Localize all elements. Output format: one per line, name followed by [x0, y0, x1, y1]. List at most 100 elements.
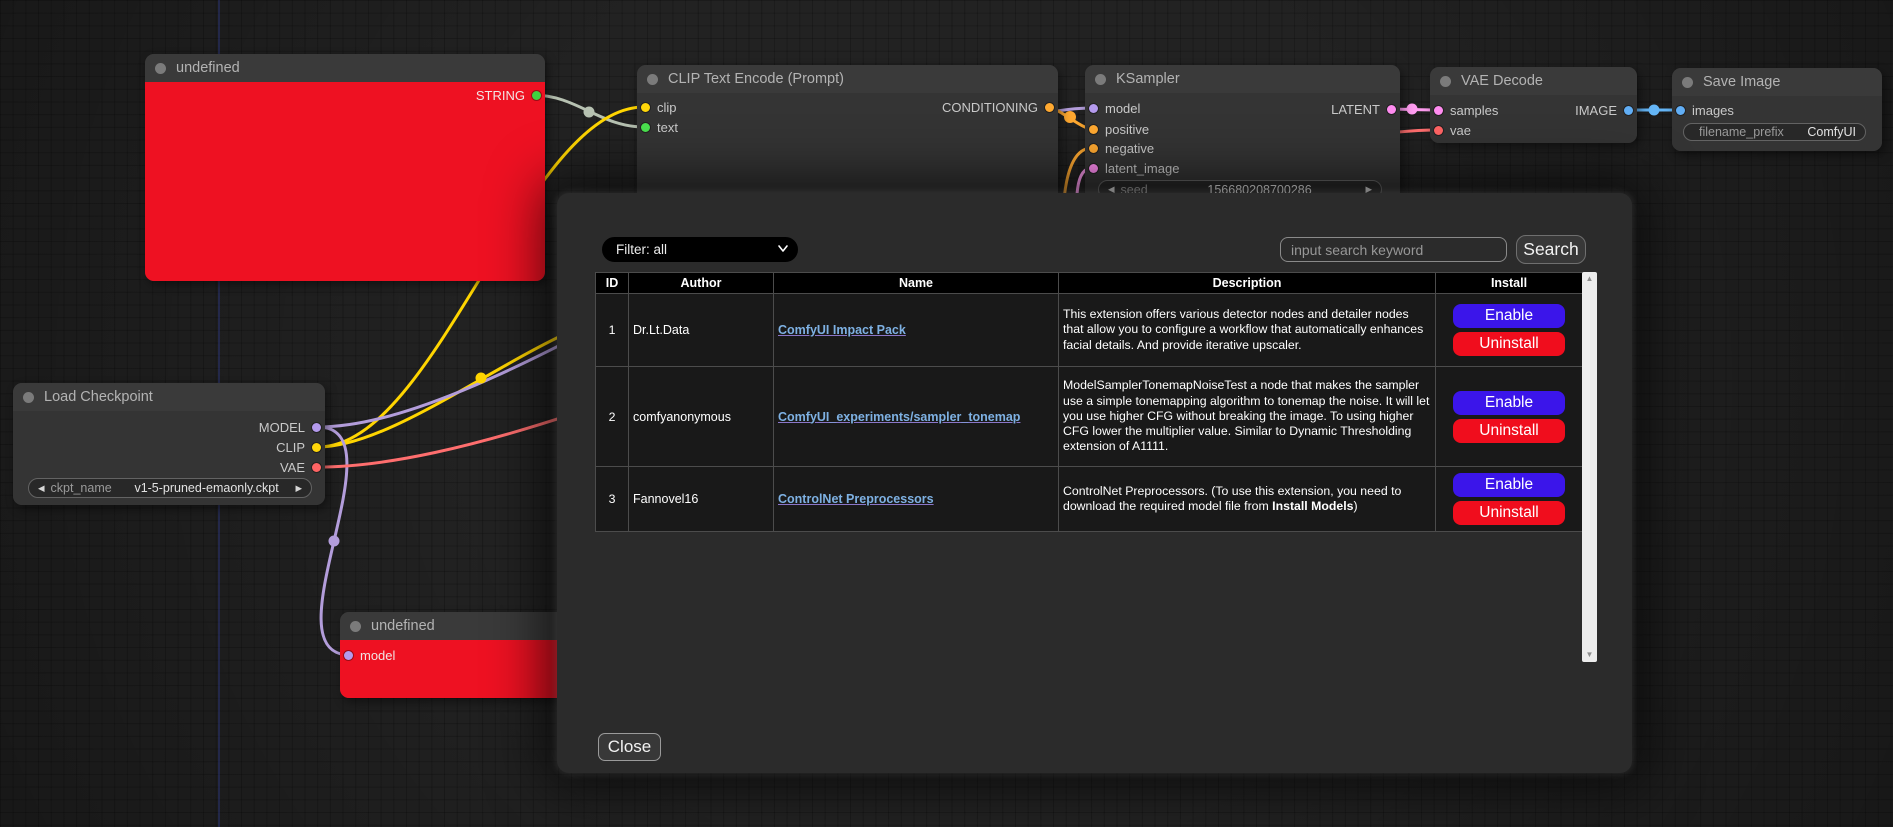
port-label: MODEL: [259, 420, 305, 435]
extension-link[interactable]: ComfyUI_experiments/sampler_tonemap: [778, 410, 1020, 424]
scroll-down-icon[interactable]: ▼: [1586, 648, 1594, 662]
port-dot-model-input[interactable]: [1089, 104, 1098, 113]
table-row: 2 comfyanonymous ComfyUI_experiments/sam…: [596, 367, 1583, 467]
node-status-dot: [350, 621, 361, 632]
uninstall-button[interactable]: Uninstall: [1453, 419, 1565, 443]
extension-link[interactable]: ControlNet Preprocessors: [778, 492, 934, 506]
extension-description: ControlNet Preprocessors. (To use this e…: [1059, 467, 1436, 532]
node-status-dot: [23, 392, 34, 403]
port-dot-model-output[interactable]: [312, 423, 321, 432]
port-dot-image-output[interactable]: [1624, 106, 1633, 115]
port-label: clip: [657, 100, 677, 115]
table-scrollbar[interactable]: ▲ ▼: [1582, 272, 1597, 662]
node-title-bar[interactable]: Save Image: [1672, 68, 1882, 96]
extension-description: ModelSamplerTonemapNoiseTest a node that…: [1059, 367, 1436, 467]
extension-id: 2: [596, 367, 629, 467]
port-label: model: [1105, 101, 1140, 116]
enable-button[interactable]: Enable: [1453, 391, 1565, 415]
node-title-bar[interactable]: KSampler: [1085, 65, 1400, 93]
description-text: ModelSamplerTonemapNoiseTest a node that…: [1063, 378, 1429, 453]
node-vae-decode[interactable]: VAE Decode samples vae IMAGE: [1430, 67, 1637, 143]
widget-label: ckpt_name: [51, 481, 112, 495]
port-label: CLIP: [276, 440, 305, 455]
link-midpoint-dot[interactable]: [584, 107, 595, 118]
port-label: negative: [1105, 141, 1154, 156]
link-midpoint-dot[interactable]: [1407, 104, 1418, 115]
comfyui-canvas: undefined STRING CLIP Text Encode (Promp…: [0, 0, 1893, 827]
install-cell: Enable Uninstall: [1436, 367, 1583, 467]
extension-id: 3: [596, 467, 629, 532]
port-dot-samples-input[interactable]: [1434, 106, 1443, 115]
node-status-dot: [155, 63, 166, 74]
search-input[interactable]: [1280, 237, 1507, 262]
filename-prefix-widget[interactable]: filename_prefix ComfyUI: [1683, 123, 1866, 141]
extension-link[interactable]: ComfyUI Impact Pack: [778, 323, 906, 337]
extension-manager-dialog: Filter: all Search ID Author Name Descri…: [557, 193, 1632, 773]
port-dot-latent-image-input[interactable]: [1089, 164, 1098, 173]
uninstall-button[interactable]: Uninstall: [1453, 332, 1565, 356]
node-title-bar[interactable]: undefined: [145, 54, 545, 82]
link-midpoint-dot[interactable]: [329, 536, 340, 547]
filter-select[interactable]: Filter: all: [602, 237, 798, 262]
table-header-row: ID Author Name Description Install: [596, 273, 1583, 294]
port-label: VAE: [280, 460, 305, 475]
node-title-bar[interactable]: CLIP Text Encode (Prompt): [637, 65, 1058, 93]
port-label: positive: [1105, 122, 1149, 137]
node-save-image[interactable]: Save Image images filename_prefix ComfyU…: [1672, 68, 1882, 151]
node-load-checkpoint[interactable]: Load Checkpoint MODEL CLIP VAE ◀ ckpt_na…: [13, 383, 325, 505]
node-body-error: [145, 82, 545, 281]
extension-id: 1: [596, 294, 629, 367]
link-midpoint-dot[interactable]: [1064, 111, 1076, 123]
uninstall-button[interactable]: Uninstall: [1453, 501, 1565, 525]
close-button[interactable]: Close: [598, 733, 661, 761]
column-header-install: Install: [1436, 273, 1583, 294]
ckpt-name-widget[interactable]: ◀ ckpt_name v1-5-pruned-emaonly.ckpt ▶: [28, 478, 312, 498]
port-dot-model-input[interactable]: [344, 651, 353, 660]
install-cell: Enable Uninstall: [1436, 467, 1583, 532]
node-undefined-top[interactable]: undefined STRING: [145, 54, 545, 281]
node-status-dot: [1682, 77, 1693, 88]
port-dot-string-output[interactable]: [532, 91, 541, 100]
description-text: ): [1353, 499, 1357, 513]
node-title-bar[interactable]: undefined: [340, 612, 585, 640]
filter-select-wrap: Filter: all: [602, 237, 798, 262]
node-title: VAE Decode: [1461, 73, 1543, 89]
scroll-up-icon[interactable]: ▲: [1586, 272, 1594, 286]
port-dot-latent-output[interactable]: [1387, 105, 1396, 114]
port-dot-vae-input[interactable]: [1434, 126, 1443, 135]
node-title: Load Checkpoint: [44, 389, 153, 405]
port-label: latent_image: [1105, 161, 1179, 176]
link-midpoint-dot[interactable]: [1649, 105, 1660, 116]
extension-author: comfyanonymous: [629, 367, 774, 467]
description-text: This extension offers various detector n…: [1063, 307, 1423, 351]
install-cell: Enable Uninstall: [1436, 294, 1583, 367]
enable-button[interactable]: Enable: [1453, 304, 1565, 328]
node-title-bar[interactable]: Load Checkpoint: [13, 383, 325, 411]
port-dot-clip-output[interactable]: [312, 443, 321, 452]
column-header-description: Description: [1059, 273, 1436, 294]
port-dot-conditioning-output[interactable]: [1045, 103, 1054, 112]
port-dot-negative-input[interactable]: [1089, 144, 1098, 153]
port-label: vae: [1450, 123, 1471, 138]
node-title: CLIP Text Encode (Prompt): [668, 71, 844, 87]
node-status-dot: [647, 74, 658, 85]
description-bold-text: Install Models: [1272, 499, 1353, 513]
port-dot-clip-input[interactable]: [641, 103, 650, 112]
table-row: 1 Dr.Lt.Data ComfyUI Impact Pack This ex…: [596, 294, 1583, 367]
enable-button[interactable]: Enable: [1453, 473, 1565, 497]
port-dot-images-input[interactable]: [1676, 106, 1685, 115]
widget-left-arrow-icon[interactable]: ◀: [38, 484, 45, 493]
node-undefined-bottom[interactable]: undefined model: [340, 612, 585, 698]
port-label: model: [360, 648, 395, 663]
port-dot-vae-output[interactable]: [312, 463, 321, 472]
column-header-id: ID: [596, 273, 629, 294]
node-title: Save Image: [1703, 74, 1780, 90]
link-midpoint-dot[interactable]: [476, 373, 487, 384]
search-button[interactable]: Search: [1516, 235, 1586, 264]
port-label: LATENT: [1331, 102, 1380, 117]
node-title-bar[interactable]: VAE Decode: [1430, 67, 1637, 95]
port-dot-positive-input[interactable]: [1089, 125, 1098, 134]
node-status-dot: [1440, 76, 1451, 87]
widget-right-arrow-icon[interactable]: ▶: [295, 484, 302, 493]
port-dot-text-input[interactable]: [641, 123, 650, 132]
